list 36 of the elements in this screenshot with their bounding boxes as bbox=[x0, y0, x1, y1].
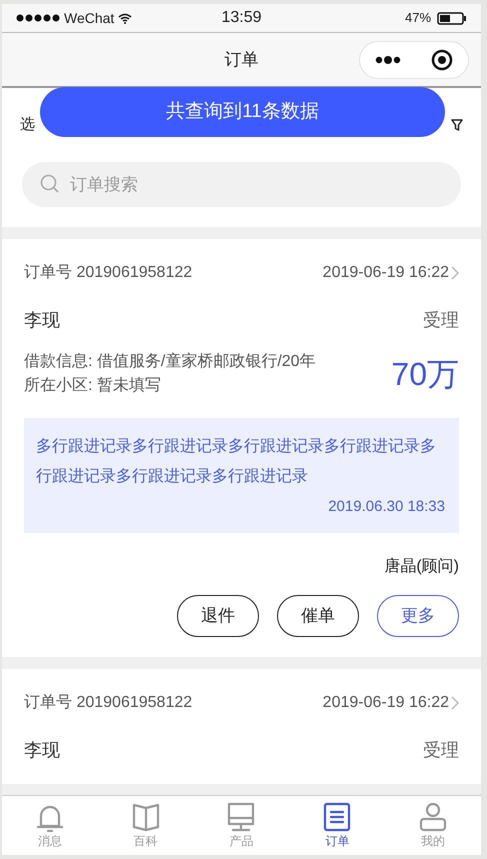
tab-item[interactable]: 订单 bbox=[289, 796, 386, 855]
action-button[interactable]: 退件 bbox=[177, 594, 259, 636]
order-date: 2019-06-19 16:22 bbox=[322, 692, 449, 712]
order-date: 2019-06-19 16:22 bbox=[322, 263, 449, 283]
tab-item[interactable]: 消息 bbox=[2, 796, 98, 855]
order-number: 订单号 2019061958122 bbox=[24, 692, 192, 712]
battery-icon bbox=[437, 12, 468, 24]
customer-name: 李现 bbox=[24, 309, 60, 332]
wifi-icon bbox=[118, 12, 132, 24]
battery-percent: 47% bbox=[404, 9, 432, 28]
order-status: 受理 bbox=[423, 309, 459, 332]
action-button[interactable]: 更多 bbox=[377, 594, 459, 636]
more-icon[interactable] bbox=[375, 56, 401, 64]
loan-info: 借款信息: 借值服务/童家桥邮政银行/20年 bbox=[24, 352, 316, 372]
community-info: 所在小区: 暂未填写 bbox=[24, 376, 162, 396]
order-number: 订单号 2019061958122 bbox=[24, 263, 192, 283]
toast-message: 共查询到11条数据 bbox=[40, 87, 445, 137]
clock-time: 13:59 bbox=[221, 8, 262, 28]
filter-label: 选 bbox=[20, 114, 35, 135]
followup-text: 多行跟进记录多行跟进记录多行跟进记录多行跟进记录多行跟进记录多行跟进记录多行跟进记录 bbox=[36, 436, 437, 487]
followup-time: 2019.06.30 18:33 bbox=[328, 497, 445, 517]
advisor-name: 唐晶(顾问) bbox=[384, 556, 459, 576]
tab-item[interactable]: 产品 bbox=[194, 796, 290, 855]
page-title: 订单 bbox=[224, 48, 258, 71]
search-field[interactable]: 订单搜索 bbox=[22, 162, 461, 207]
tab-item[interactable]: 百科 bbox=[98, 796, 194, 855]
filter-icon[interactable] bbox=[451, 119, 463, 131]
carrier-name: WeChat bbox=[64, 8, 114, 28]
capsule-menu[interactable] bbox=[359, 41, 469, 79]
action-button[interactable]: 催单 bbox=[277, 594, 359, 636]
signal-icon bbox=[16, 14, 60, 22]
customer-name: 李现 bbox=[24, 738, 60, 762]
order-status: 受理 bbox=[423, 738, 459, 762]
tab-item[interactable]: 我的 bbox=[385, 796, 481, 855]
loan-amount: 70万 bbox=[391, 355, 459, 394]
search-icon bbox=[40, 174, 60, 194]
